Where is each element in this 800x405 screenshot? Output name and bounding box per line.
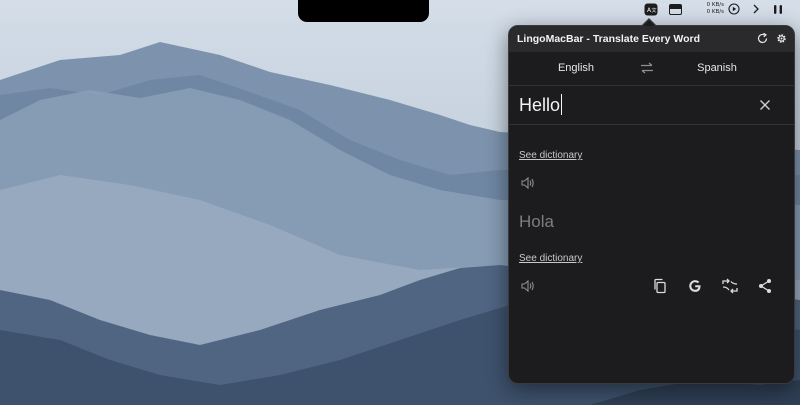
refresh-icon[interactable] <box>756 32 769 45</box>
svg-text:文: 文 <box>652 7 657 14</box>
translate-icon[interactable]: A 文 <box>643 0 659 18</box>
google-icon[interactable] <box>687 278 703 294</box>
source-text-field[interactable]: Hello <box>509 86 794 125</box>
swap-languages-icon[interactable] <box>639 61 655 75</box>
translator-popover: LingoMacBar - Translate Every Word Engli… <box>508 25 795 384</box>
swap-translation-icon[interactable] <box>721 278 738 294</box>
target-language-button[interactable]: Spanish <box>677 62 757 74</box>
camera-notch <box>298 0 429 22</box>
target-dictionary-link[interactable]: See dictionary <box>519 253 582 264</box>
display-icon[interactable] <box>667 0 683 18</box>
source-text-input[interactable]: Hello <box>519 94 563 116</box>
source-text-value: Hello <box>519 95 561 115</box>
copy-icon[interactable] <box>652 278 668 294</box>
close-icon[interactable] <box>759 98 771 110</box>
chevron-right-icon[interactable] <box>749 0 763 18</box>
popover-header: LingoMacBar - Translate Every Word <box>509 26 794 52</box>
popover-caret-fill <box>643 19 655 26</box>
popover-title: LingoMacBar - Translate Every Word <box>517 33 701 45</box>
network-speed[interactable]: 0 KB/s 0 KB/s <box>694 2 724 15</box>
source-language-button[interactable]: English <box>536 62 616 74</box>
text-cursor <box>561 94 563 115</box>
play-circle-icon[interactable] <box>726 0 742 18</box>
airpods-icon[interactable] <box>770 0 786 18</box>
source-dictionary-link[interactable]: See dictionary <box>519 150 582 161</box>
share-icon[interactable] <box>757 278 773 294</box>
translation-result: Hola <box>519 212 554 231</box>
speaker-icon[interactable] <box>520 176 536 190</box>
download-speed: 0 KB/s <box>706 8 724 15</box>
gear-icon[interactable] <box>775 32 788 45</box>
speaker-icon[interactable] <box>520 279 536 293</box>
language-selector: English Spanish <box>509 52 794 86</box>
